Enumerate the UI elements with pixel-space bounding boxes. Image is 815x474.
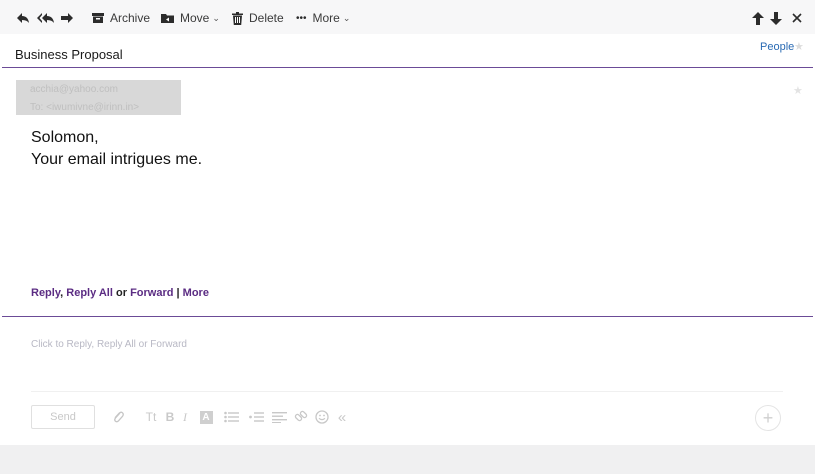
delete-icon [232,11,243,25]
message-greeting: Solomon, [31,129,99,146]
previous-message-button[interactable] [752,9,764,27]
archive-icon [92,13,104,23]
forward-icon [61,13,73,23]
move-label: Move [180,11,210,25]
reply-all-link[interactable]: Reply All [66,287,113,299]
more-link[interactable]: More [183,287,209,299]
text-color-button[interactable]: A [199,408,213,426]
font-size-button[interactable]: Tt [143,408,159,426]
emoji-button[interactable] [314,408,330,426]
more-button[interactable]: ••• More ⌄ [296,9,350,27]
reply-link[interactable]: Reply [31,287,60,299]
reply-links: Reply, Reply All or Forward | More [31,287,209,299]
attach-button[interactable] [110,408,126,426]
message-star-icon[interactable]: ★ [793,84,803,97]
more-label: More [312,11,340,25]
link-icon [294,410,308,422]
more-dots-icon: ••• [296,12,307,24]
reply-button[interactable] [16,9,30,27]
send-button[interactable]: Send [31,405,95,429]
arrow-up-icon [752,11,764,25]
move-button[interactable]: Move ⌄ [161,9,220,27]
reply-all-icon [37,13,54,23]
text-color-icon: A [199,410,213,424]
archive-button[interactable]: Archive [92,9,150,27]
message-subject: Business Proposal [15,47,123,62]
chevron-down-icon: ⌄ [342,12,351,23]
align-button[interactable] [271,408,287,426]
quick-reply-input[interactable]: Click to Reply, Reply All or Forward [31,339,187,350]
divider [2,316,813,317]
people-link[interactable]: People [760,41,794,53]
subject-row: Business Proposal [0,34,815,68]
collapse-toolbar-icon[interactable]: « [334,408,350,426]
separator: | [176,287,180,299]
indent-button[interactable] [248,408,264,426]
bullet-list-button[interactable] [223,408,239,426]
insert-link-button[interactable] [293,408,309,426]
archive-label: Archive [110,11,151,25]
comma-text: , [60,287,64,299]
align-left-icon [271,412,287,423]
indent-icon [248,412,264,422]
arrow-down-icon [770,11,782,25]
italic-icon[interactable]: I [180,408,190,426]
chevron-down-icon: ⌄ [212,12,220,23]
reply-all-button[interactable] [37,9,55,27]
emoji-icon [315,410,329,424]
close-button[interactable] [792,9,802,27]
close-icon [792,13,802,23]
paperclip-icon [114,411,124,423]
or-text: or [116,287,127,299]
forward-button[interactable] [60,9,74,27]
divider [2,67,813,68]
message-body: Your email intrigues me. [31,151,203,168]
bottom-bar [0,445,815,474]
star-icon[interactable]: ★ [794,40,804,53]
next-message-button[interactable] [770,9,782,27]
reply-icon [17,13,29,23]
forward-link[interactable]: Forward [130,287,173,299]
sender-email[interactable]: acchia@yahoo.com [30,84,118,95]
delete-label: Delete [249,11,284,25]
message-toolbar: Archive Move ⌄ Delete ••• More ⌄ [0,0,815,34]
compose-divider [31,391,783,392]
add-plus-icon[interactable]: + [755,405,781,431]
bold-icon[interactable]: B [164,408,176,426]
move-icon [161,14,174,23]
recipient-email[interactable]: To: <iwumivne@irinn.in> [30,102,139,113]
bullet-list-icon [223,411,239,423]
delete-button[interactable]: Delete [232,9,284,27]
